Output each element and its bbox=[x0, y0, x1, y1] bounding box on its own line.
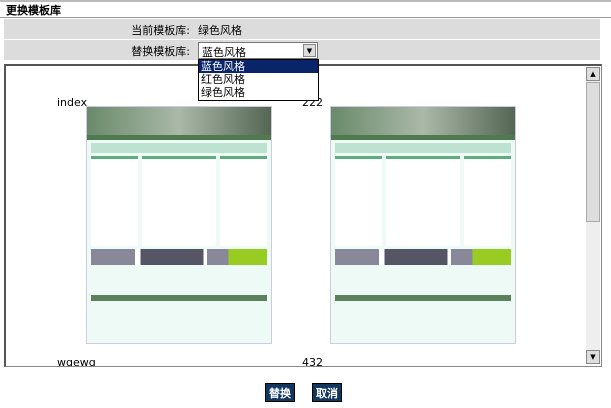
template-name: wqewq bbox=[57, 356, 96, 367]
template-list-frame: index 222 wqewq 432 ▲ ▼ bbox=[4, 64, 602, 367]
option-green[interactable]: 绿色风格 bbox=[199, 86, 318, 99]
option-red[interactable]: 红色风格 bbox=[199, 73, 318, 86]
scroll-up-icon[interactable]: ▲ bbox=[586, 67, 600, 81]
current-template-row: 当前模板库: 绿色风格 bbox=[4, 19, 600, 39]
vertical-scrollbar[interactable]: ▲ ▼ bbox=[586, 67, 600, 364]
cancel-button[interactable]: 取消 bbox=[312, 383, 342, 402]
page-title: 更换模板库 bbox=[0, 0, 611, 18]
replace-template-row: 替换模板库: 蓝色风格 ▼ bbox=[4, 40, 600, 60]
template-select[interactable]: 蓝色风格 ▼ bbox=[198, 42, 318, 59]
current-template-label: 当前模板库: bbox=[131, 24, 190, 37]
replace-button[interactable]: 替换 bbox=[265, 383, 295, 402]
selected-value: 蓝色风格 bbox=[202, 46, 246, 59]
replace-template-label: 替换模板库: bbox=[131, 45, 190, 58]
chevron-down-icon[interactable]: ▼ bbox=[303, 44, 316, 57]
scroll-thumb[interactable] bbox=[586, 82, 600, 222]
template-dropdown: 蓝色风格 红色风格 绿色风格 bbox=[198, 59, 319, 101]
option-blue[interactable]: 蓝色风格 bbox=[199, 60, 318, 73]
scroll-down-icon[interactable]: ▼ bbox=[586, 350, 600, 364]
template-thumbnail[interactable] bbox=[86, 106, 272, 344]
template-name: index bbox=[57, 96, 88, 109]
template-thumbnail[interactable] bbox=[330, 106, 516, 344]
template-name: 432 bbox=[302, 356, 323, 367]
current-template-value: 绿色风格 bbox=[198, 24, 242, 37]
